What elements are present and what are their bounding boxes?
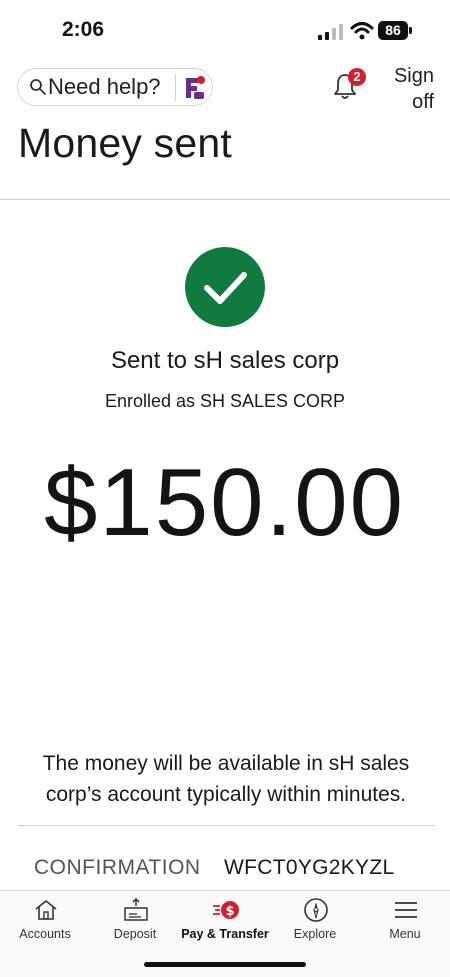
need-help-label[interactable]: Need help?	[48, 74, 161, 100]
cellular-signal-icon	[318, 24, 343, 40]
nav-item-pay-transfer[interactable]: $ Pay & Transfer	[180, 891, 270, 961]
amount-sent: $150.00	[44, 449, 406, 556]
pay-transfer-icon: $	[213, 901, 239, 919]
sign-off-line1: Sign	[393, 65, 434, 87]
content-divider	[18, 825, 434, 826]
confirmation-label: CONFIRMATION	[34, 856, 201, 879]
home-indicator[interactable]	[144, 962, 306, 967]
home-icon	[35, 900, 57, 920]
sign-off-link[interactable]: Sign off	[380, 63, 434, 115]
compass-icon	[304, 898, 328, 922]
nav-label-deposit: Deposit	[113, 927, 157, 941]
wifi-icon	[350, 22, 374, 40]
hamburger-menu-icon	[395, 902, 417, 918]
nav-label-pay-transfer: Pay & Transfer	[181, 927, 269, 941]
nav-item-accounts[interactable]: Accounts	[0, 891, 90, 961]
sent-to-heading: Sent to sH sales corp	[110, 347, 340, 374]
status-time: 2:06	[62, 18, 105, 41]
nav-label-accounts: Accounts	[19, 927, 71, 941]
nav-label-explore: Explore	[293, 927, 337, 941]
battery-icon: 86	[378, 21, 408, 40]
nav-label-menu: Menu	[389, 927, 421, 941]
confirmation-code: WFCT0YG2KYZL	[224, 856, 395, 879]
svg-text:$: $	[225, 904, 234, 919]
page-title: Money sent	[18, 120, 232, 166]
header-divider	[0, 199, 450, 200]
nav-item-deposit[interactable]: Deposit	[90, 891, 180, 961]
sign-off-line2: off	[412, 91, 434, 113]
nav-item-menu[interactable]: Menu	[360, 891, 450, 961]
deposit-check-icon	[124, 897, 148, 921]
enrolled-as-text: Enrolled as SH SALES CORP	[104, 391, 346, 411]
help-divider	[175, 74, 176, 101]
battery-tip	[409, 27, 412, 34]
availability-message: The money will be available in sH sales …	[42, 752, 410, 806]
success-checkmark-icon	[185, 247, 265, 327]
fargo-assistant-logo-icon[interactable]	[182, 74, 206, 102]
search-icon	[30, 79, 46, 95]
notification-count-badge: 2	[348, 68, 366, 86]
nav-item-explore[interactable]: Explore	[270, 891, 360, 961]
